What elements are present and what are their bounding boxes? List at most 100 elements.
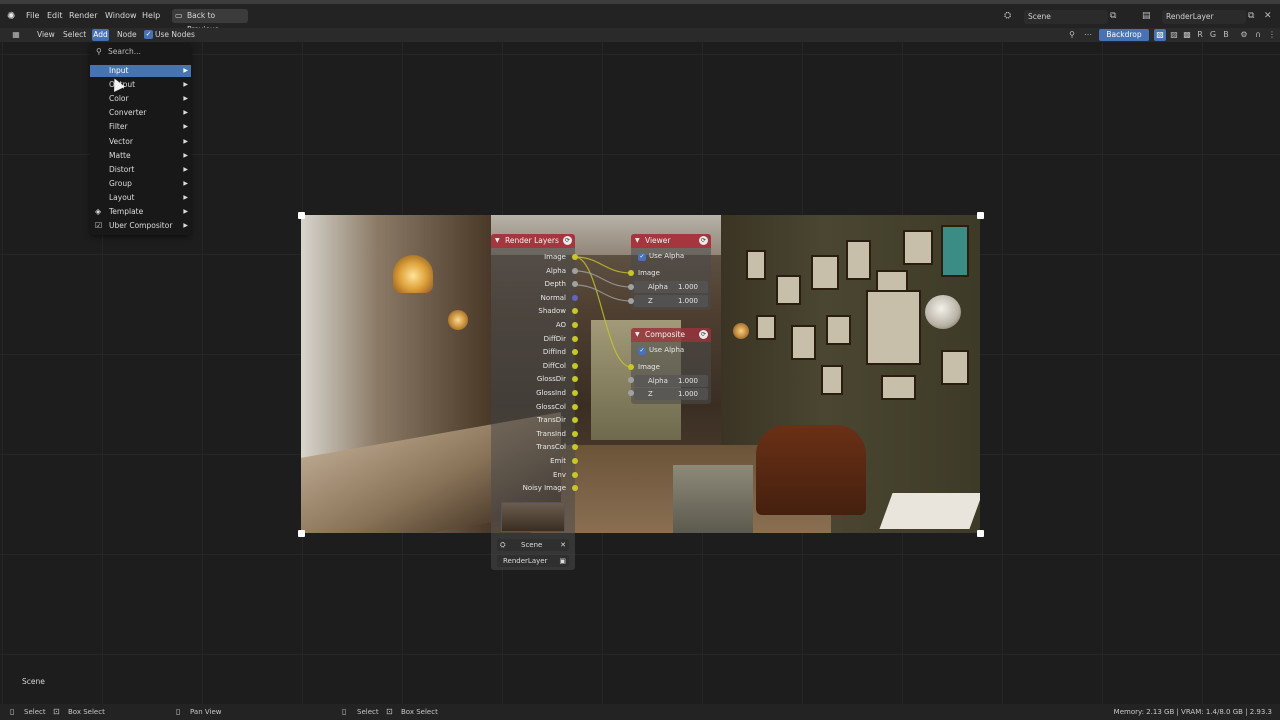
header-menu-view[interactable]: View: [37, 30, 55, 39]
add-menu-item-converter[interactable]: Converter ▶: [90, 107, 191, 119]
composite-alpha-value: 1.000: [677, 377, 698, 385]
render-layers-output-socket[interactable]: [572, 267, 578, 274]
add-menu-item-uber-compositor[interactable]: ☑ Uber Compositor ▶: [90, 220, 191, 232]
submenu-arrow-icon: ▶: [183, 222, 188, 230]
scene-selector[interactable]: ⛭ Scene ✕: [497, 539, 569, 551]
add-menu-item-distort[interactable]: Distort ▶: [90, 164, 191, 176]
viewer-alpha-socket[interactable]: [628, 284, 634, 290]
composite-node[interactable]: ▼ Composite ⟳ ✓ Use Alpha Image Alpha 1.…: [631, 328, 711, 404]
render-layer-icon[interactable]: ▣: [559, 555, 566, 567]
new-scene-icon[interactable]: ⧉: [1110, 10, 1116, 22]
header-menu-select[interactable]: Select: [63, 30, 86, 39]
composite-alpha-field[interactable]: Alpha 1.000: [634, 375, 708, 387]
render-layers-output-socket[interactable]: [572, 471, 578, 478]
viewer-image-socket[interactable]: [628, 270, 634, 276]
snapping-icon[interactable]: ⚙: [1238, 29, 1250, 41]
backdrop-resize-handle[interactable]: [977, 212, 984, 219]
viewer-active-icon[interactable]: ⟳: [699, 236, 708, 245]
render-layers-output-socket[interactable]: [572, 403, 578, 410]
menu-file[interactable]: File: [26, 11, 39, 20]
mouse-left-icon: ▯: [10, 707, 15, 716]
add-menu-item-matte[interactable]: Matte ▶: [90, 150, 191, 162]
composite-z-field[interactable]: Z 1.000: [634, 388, 708, 400]
menu-window[interactable]: Window: [105, 11, 137, 20]
extra-options-icon[interactable]: ⋮: [1266, 29, 1278, 41]
clear-scene-icon[interactable]: ✕: [560, 539, 566, 551]
pin-icon[interactable]: ⚲: [1066, 29, 1078, 41]
backdrop-alpha-icon[interactable]: ▨: [1168, 29, 1180, 41]
render-layers-output-label: GlossDir: [536, 375, 566, 384]
back-to-previous-button[interactable]: ▭ Back to Previous: [172, 9, 248, 34]
render-layers-output-socket[interactable]: [572, 294, 578, 301]
menu-edit[interactable]: Edit: [47, 11, 63, 20]
collapse-triangle-icon[interactable]: ▼: [635, 328, 640, 342]
scene-chair: [756, 425, 866, 515]
render-layers-output-socket[interactable]: [572, 254, 578, 260]
channel-g-icon[interactable]: G: [1207, 29, 1219, 41]
render-layers-output-socket[interactable]: [572, 458, 578, 464]
add-menu-item-layout[interactable]: Layout ▶: [90, 192, 191, 204]
viewer-z-field[interactable]: Z 1.000: [634, 295, 708, 307]
scene-icon[interactable]: ⛭: [1004, 10, 1011, 22]
backdrop-resize-handle[interactable]: [298, 212, 305, 219]
collapse-triangle-icon[interactable]: ▼: [635, 234, 640, 248]
render-layers-output-label: Normal: [540, 293, 566, 302]
magnet-icon[interactable]: ∩: [1252, 29, 1264, 41]
add-menu-item-template[interactable]: ◈ Template ▶: [90, 206, 191, 218]
add-menu-item-group[interactable]: Group ▶: [90, 178, 191, 190]
header-menu-node[interactable]: Node: [117, 30, 137, 39]
submenu-arrow-icon: ▶: [183, 81, 188, 89]
composite-alpha-socket[interactable]: [628, 377, 634, 383]
blender-logo-icon[interactable]: ✺: [7, 11, 19, 23]
add-menu-item-output[interactable]: Output ▶: [90, 79, 191, 91]
view-layer-field[interactable]: RenderLayer: [1162, 10, 1246, 24]
viewer-alpha-field[interactable]: Alpha 1.000: [634, 281, 708, 293]
add-menu-item-vector[interactable]: Vector ▶: [90, 136, 191, 148]
viewer-node[interactable]: ▼ Viewer ⟳ ✓ Use Alpha Image Alpha 1.000…: [631, 234, 711, 310]
viewer-use-alpha-checkbox[interactable]: ✓: [638, 253, 646, 261]
viewer-alpha-value: 1.000: [677, 283, 698, 291]
collapse-triangle-icon[interactable]: ▼: [495, 234, 500, 248]
render-icon[interactable]: ⟳: [563, 236, 572, 245]
channel-b-icon[interactable]: B: [1220, 29, 1232, 41]
composite-z-socket[interactable]: [628, 390, 634, 396]
composite-use-alpha-checkbox[interactable]: ✓: [638, 347, 646, 355]
render-layers-output-socket[interactable]: [572, 335, 578, 342]
use-nodes-checkbox[interactable]: ✓: [144, 30, 153, 39]
viewer-z-socket[interactable]: [628, 298, 634, 304]
composite-node-header[interactable]: ▼ Composite ⟳: [631, 328, 711, 342]
add-menu-search[interactable]: ⚲ Search...: [96, 46, 186, 58]
backdrop-resize-handle[interactable]: [977, 530, 984, 537]
backdrop-rgb-icon[interactable]: ▧: [1154, 29, 1166, 41]
add-menu-item-filter[interactable]: Filter ▶: [90, 121, 191, 133]
remove-layer-icon[interactable]: ✕: [1264, 10, 1272, 22]
add-menu-item-input[interactable]: Input ▶: [90, 65, 191, 77]
render-layers-node-header[interactable]: ▼ Render Layers ⟳: [491, 234, 575, 248]
render-layers-output-label: AO: [555, 321, 566, 329]
editor-type-icon[interactable]: ▦: [10, 29, 22, 41]
menu-help[interactable]: Help: [142, 11, 160, 20]
new-layer-icon[interactable]: ⧉: [1248, 10, 1254, 22]
backdrop-toggle-button[interactable]: Backdrop: [1099, 29, 1149, 41]
backdrop-resize-handle[interactable]: [298, 530, 305, 537]
render-layers-output-label: TransCol: [536, 443, 566, 452]
composite-active-icon[interactable]: ⟳: [699, 330, 708, 339]
status-pan-view-hint: Pan View: [190, 708, 222, 716]
header-menu-add[interactable]: Add: [92, 29, 109, 41]
render-layers-output-socket[interactable]: [572, 362, 578, 369]
scene-name-field[interactable]: Scene: [1024, 10, 1108, 24]
composite-image-socket[interactable]: [628, 364, 634, 370]
add-menu-item-color[interactable]: Color ▶: [90, 93, 191, 105]
channel-r-icon[interactable]: R: [1194, 29, 1206, 41]
layer-selector[interactable]: RenderLayer ▣: [497, 555, 569, 567]
backdrop-color-icon[interactable]: ▩: [1181, 29, 1193, 41]
menu-render[interactable]: Render: [69, 11, 97, 20]
render-layers-output-socket[interactable]: [572, 430, 578, 437]
render-layers-output-socket[interactable]: [572, 390, 578, 396]
viewer-node-header[interactable]: ▼ Viewer ⟳: [631, 234, 711, 248]
render-layers-output-socket[interactable]: [572, 322, 578, 328]
top-menubar: ✺ File Edit Render Window Help ▭ Back to…: [0, 0, 1280, 34]
picture-frame: [756, 315, 776, 340]
view-layer-icon[interactable]: ▤: [1142, 10, 1151, 22]
options-icon[interactable]: ⋯: [1082, 29, 1094, 41]
